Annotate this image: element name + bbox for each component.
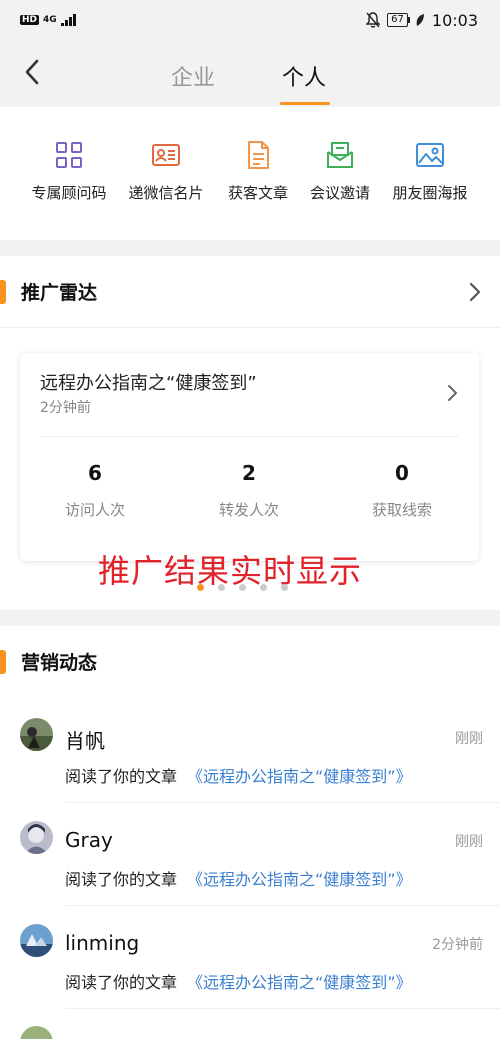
- status-bar: HD 4G 67 10:03: [0, 0, 500, 40]
- tab-personal[interactable]: 个人: [282, 60, 326, 92]
- stat-leads: 0 获取线索: [327, 461, 477, 520]
- section-accent-bar: [0, 650, 6, 674]
- marketing-title: 营销动态: [21, 652, 98, 674]
- radar-card[interactable]: 远程办公指南之“健康签到” 2分钟前 6 访问人次 2 转发人次 0 获取线索: [20, 353, 479, 561]
- carousel-dot[interactable]: [239, 584, 246, 591]
- document-icon: [248, 141, 269, 169]
- promotion-radar-section: 推广雷达 远程办公指南之“健康签到” 2分钟前 6 访问人次 2 转发人次 0 …: [0, 256, 500, 610]
- hd-badge: HD: [20, 15, 40, 25]
- activity-time: 刚刚: [455, 731, 483, 747]
- tools-panel: 专属顾问码 递微信名片 获客文章 会议邀请 朋友圈海报: [0, 107, 500, 240]
- article-link[interactable]: 《远程办公指南之“健康签到”》: [187, 870, 412, 889]
- business-card-icon: [152, 144, 180, 166]
- clock: 10:03: [431, 10, 478, 30]
- article-link[interactable]: 《远程办公指南之“健康签到”》: [187, 767, 412, 786]
- section-accent-bar: [0, 280, 6, 304]
- battery-icon: 67: [387, 13, 410, 27]
- avatar[interactable]: [20, 924, 53, 957]
- action-text: 阅读了你的文章: [65, 973, 178, 992]
- status-right: 67 10:03: [366, 11, 478, 30]
- tool-advisor-code[interactable]: 专属顾问码: [19, 140, 119, 203]
- user-name: Gray: [65, 828, 113, 852]
- row-divider: [65, 905, 500, 906]
- user-name: linming: [65, 931, 140, 955]
- tab-enterprise[interactable]: 企业: [171, 60, 215, 92]
- card-article-title: 远程办公指南之“健康签到”: [40, 373, 257, 394]
- carousel-dot[interactable]: [197, 584, 204, 591]
- tool-label: 朋友圈海报: [392, 184, 468, 202]
- user-name: 肖帆: [65, 729, 105, 753]
- mute-bell-icon: [366, 12, 381, 28]
- carousel-dot[interactable]: [218, 584, 225, 591]
- stat-visits: 6 访问人次: [20, 461, 170, 520]
- activity-time: 刚刚: [455, 834, 483, 850]
- stat-label: 获取线索: [371, 501, 432, 519]
- tool-label: 递微信名片: [128, 184, 204, 202]
- carousel-dot[interactable]: [260, 584, 267, 591]
- tool-meeting-invite[interactable]: 会议邀请: [290, 140, 390, 203]
- poster-image-icon: [416, 143, 444, 167]
- chevron-right-icon[interactable]: [468, 280, 482, 304]
- stat-value: 2: [242, 461, 256, 485]
- stat-shares: 2 转发人次: [174, 461, 324, 520]
- signal-icon: [60, 14, 76, 26]
- qr-code-icon: [56, 142, 82, 168]
- tool-label: 会议邀请: [309, 184, 370, 202]
- carousel-dots[interactable]: [197, 584, 288, 591]
- article-link[interactable]: 《远程办公指南之“健康签到”》: [187, 973, 412, 992]
- avatar[interactable]: [20, 821, 53, 854]
- avatar[interactable]: [20, 1026, 53, 1039]
- avatar[interactable]: [20, 718, 53, 751]
- tool-moments-poster[interactable]: 朋友圈海报: [380, 140, 480, 203]
- marketing-header: 营销动态: [0, 626, 500, 698]
- network-type: 4G: [43, 15, 57, 25]
- stat-value: 6: [88, 461, 102, 485]
- top-nav: 企业 个人: [0, 40, 500, 106]
- tool-wechat-card[interactable]: 递微信名片: [116, 140, 216, 203]
- row-divider: [65, 802, 500, 803]
- row-divider: [65, 1008, 500, 1009]
- back-button[interactable]: [18, 54, 48, 90]
- card-time: 2分钟前: [40, 400, 91, 416]
- marketing-activity-section: 营销动态 肖帆 刚刚 阅读了你的文章 《远程办公指南之“健康签到”》 Gray 刚…: [0, 626, 500, 1039]
- action-text: 阅读了你的文章: [65, 767, 178, 786]
- radar-header[interactable]: 推广雷达: [0, 256, 500, 328]
- stat-value: 0: [395, 461, 409, 485]
- chevron-right-icon[interactable]: [447, 383, 459, 403]
- activity-text: 阅读了你的文章 《远程办公指南之“健康签到”》: [65, 763, 412, 787]
- leaf-icon: [416, 14, 424, 26]
- active-tab-indicator: [280, 102, 330, 105]
- tool-label: 专属顾问码: [31, 184, 107, 202]
- status-left: HD 4G: [20, 14, 76, 26]
- card-divider: [40, 436, 459, 437]
- activity-text: 阅读了你的文章 《远程办公指南之“健康签到”》: [65, 866, 412, 890]
- activity-text: 阅读了你的文章 《远程办公指南之“健康签到”》: [65, 969, 412, 993]
- action-text: 阅读了你的文章: [65, 870, 178, 889]
- stat-label: 转发人次: [218, 501, 279, 519]
- carousel-dot[interactable]: [281, 584, 288, 591]
- radar-title: 推广雷达: [21, 282, 98, 304]
- back-arrow-icon: [25, 59, 39, 85]
- invitation-envelope-icon: [327, 142, 353, 168]
- stat-label: 访问人次: [64, 501, 125, 519]
- activity-time: 2分钟前: [432, 937, 483, 953]
